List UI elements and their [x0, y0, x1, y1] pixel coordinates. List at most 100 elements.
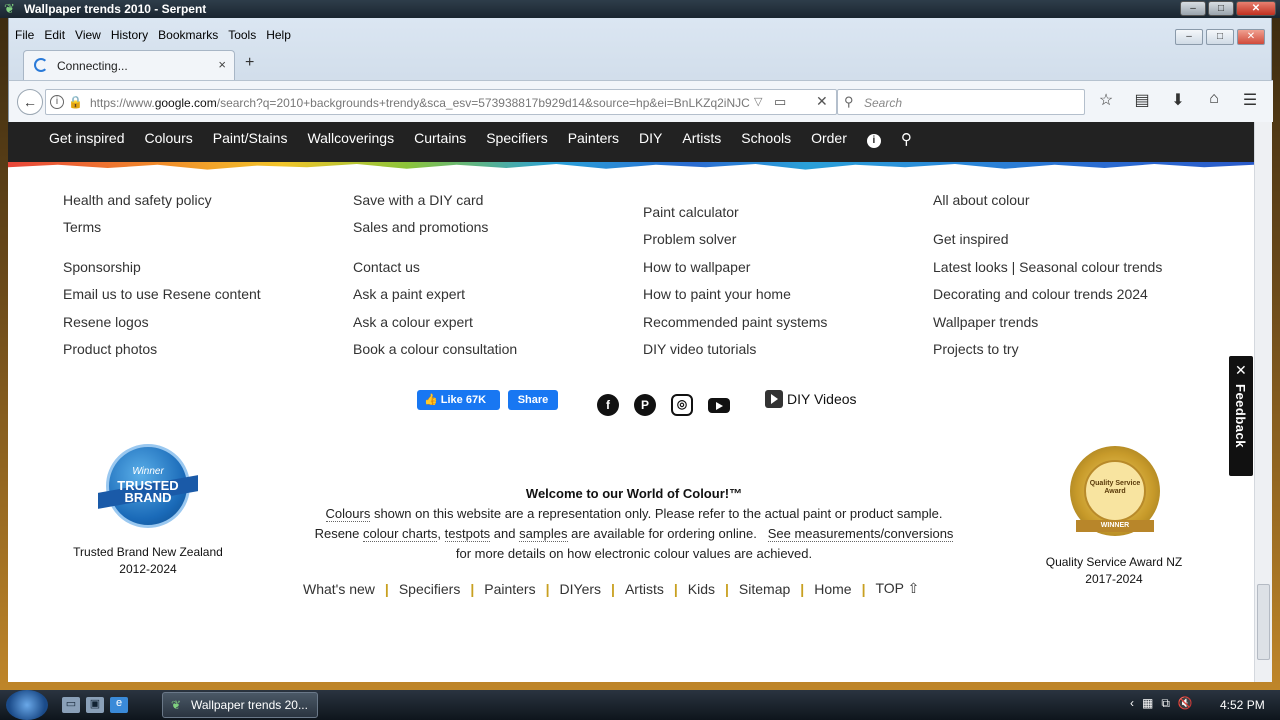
- footer-kids[interactable]: Kids: [688, 581, 715, 597]
- colour-charts-link[interactable]: colour charts: [363, 526, 438, 542]
- nav-specifiers[interactable]: Specifiers: [486, 130, 547, 148]
- nav-order[interactable]: Order: [811, 130, 847, 148]
- link-diy-card[interactable]: Save with a DIY card: [353, 192, 483, 208]
- nav-get-inspired[interactable]: Get inspired: [49, 130, 124, 148]
- nav-painters[interactable]: Painters: [568, 130, 619, 148]
- network-icon[interactable]: ⧉: [1161, 696, 1170, 711]
- home-icon[interactable]: ⌂: [1203, 90, 1225, 110]
- bookmark-star-icon[interactable]: ☆: [1095, 90, 1117, 110]
- feedback-tab[interactable]: ✕ Feedback: [1229, 356, 1253, 476]
- close-button[interactable]: ✕: [1236, 1, 1276, 16]
- nav-paint-stains[interactable]: Paint/Stains: [213, 130, 288, 148]
- back-button[interactable]: ←: [17, 89, 43, 115]
- url-bar[interactable]: i 🔒 https://www.google.com/search?q=2010…: [45, 89, 837, 115]
- internet-explorer-icon[interactable]: e: [110, 697, 128, 713]
- link-email-us[interactable]: Email us to use Resene content: [63, 286, 261, 302]
- browser-restore-button[interactable]: □: [1206, 29, 1234, 45]
- footer-painters[interactable]: Painters: [484, 581, 535, 597]
- tab-active[interactable]: Connecting... ×: [23, 50, 235, 80]
- link-projects-to-try[interactable]: Projects to try: [933, 341, 1019, 357]
- menu-edit[interactable]: Edit: [39, 28, 70, 48]
- url-dropdown-icon[interactable]: ▽: [754, 95, 762, 108]
- menu-bookmarks[interactable]: Bookmarks: [153, 28, 223, 48]
- hamburger-menu-icon[interactable]: ☰: [1239, 90, 1261, 110]
- footer-home[interactable]: Home: [814, 581, 851, 597]
- link-how-to-paint[interactable]: How to paint your home: [643, 286, 791, 302]
- download-icon[interactable]: ⬇: [1167, 90, 1189, 110]
- menu-tools[interactable]: Tools: [223, 28, 261, 48]
- pinterest-icon[interactable]: P: [634, 394, 656, 416]
- link-decorating-trends-2024[interactable]: Decorating and colour trends 2024: [933, 286, 1148, 302]
- link-ask-colour-expert[interactable]: Ask a colour expert: [353, 314, 473, 330]
- link-how-to-wallpaper[interactable]: How to wallpaper: [643, 259, 750, 275]
- show-desktop-icon[interactable]: ▭: [62, 697, 80, 713]
- browser-close-button[interactable]: ✕: [1237, 29, 1265, 45]
- link-terms[interactable]: Terms: [63, 219, 101, 235]
- samples-link[interactable]: samples: [519, 526, 568, 542]
- facebook-like-button[interactable]: 👍 Like 67K: [417, 390, 500, 410]
- footer-artists[interactable]: Artists: [625, 581, 664, 597]
- link-ask-paint-expert[interactable]: Ask a paint expert: [353, 286, 465, 302]
- link-all-about-colour[interactable]: All about colour: [933, 192, 1030, 208]
- link-paint-systems[interactable]: Recommended paint systems: [643, 314, 827, 330]
- link-problem-solver[interactable]: Problem solver: [643, 231, 736, 247]
- url-text[interactable]: https://www.google.com/search?q=2010+bac…: [90, 96, 750, 110]
- link-product-photos[interactable]: Product photos: [63, 341, 157, 357]
- volume-muted-icon[interactable]: 🔇: [1178, 696, 1193, 711]
- info-icon[interactable]: i: [866, 134, 881, 148]
- start-button[interactable]: [6, 690, 48, 720]
- nav-curtains[interactable]: Curtains: [414, 130, 466, 148]
- facebook-share-button[interactable]: Share: [508, 390, 558, 410]
- tab-close-icon[interactable]: ×: [218, 57, 226, 72]
- link-latest-looks[interactable]: Latest looks | Seasonal colour trends: [933, 259, 1162, 275]
- link-sales-promotions[interactable]: Sales and promotions: [353, 219, 488, 235]
- site-info-icon[interactable]: i: [50, 95, 64, 109]
- stop-icon[interactable]: ✕: [816, 93, 828, 110]
- nav-artists[interactable]: Artists: [682, 130, 721, 148]
- colours-link[interactable]: Colours: [325, 506, 371, 522]
- link-resene-logos[interactable]: Resene logos: [63, 314, 149, 330]
- nav-schools[interactable]: Schools: [741, 130, 791, 148]
- measurements-link[interactable]: See measurements/conversions: [767, 526, 954, 542]
- link-book-consultation[interactable]: Book a colour consultation: [353, 341, 517, 357]
- feedback-close-icon[interactable]: ✕: [1235, 362, 1247, 379]
- site-search-icon[interactable]: ⚲: [901, 131, 912, 148]
- reader-view-icon[interactable]: ▭: [774, 94, 786, 110]
- new-tab-button[interactable]: +: [245, 54, 254, 72]
- link-sponsorship[interactable]: Sponsorship: [63, 259, 141, 275]
- maximize-button[interactable]: □: [1208, 1, 1234, 16]
- footer-specifiers[interactable]: Specifiers: [399, 581, 460, 597]
- scrollbar-thumb[interactable]: [1257, 584, 1270, 660]
- taskbar-item-serpent[interactable]: ❦ Wallpaper trends 20...: [162, 692, 318, 718]
- footer-sitemap[interactable]: Sitemap: [739, 581, 790, 597]
- clock[interactable]: 4:52 PM: [1220, 698, 1265, 712]
- footer-whats-new[interactable]: What's new: [303, 581, 375, 597]
- link-diy-video-tutorials[interactable]: DIY video tutorials: [643, 341, 756, 357]
- minimize-button[interactable]: –: [1180, 1, 1206, 16]
- youtube-icon[interactable]: [708, 398, 730, 413]
- facebook-icon[interactable]: f: [597, 394, 619, 416]
- link-contact-us[interactable]: Contact us: [353, 259, 420, 275]
- switch-windows-icon[interactable]: ▣: [86, 697, 104, 713]
- menu-help[interactable]: Help: [261, 28, 296, 48]
- link-paint-calculator[interactable]: Paint calculator: [643, 204, 739, 220]
- menu-history[interactable]: History: [106, 28, 153, 48]
- reading-list-icon[interactable]: ▤: [1131, 90, 1153, 110]
- nav-colours[interactable]: Colours: [144, 130, 192, 148]
- nav-diy[interactable]: DIY: [639, 130, 662, 148]
- vertical-scrollbar[interactable]: [1254, 122, 1272, 682]
- link-get-inspired[interactable]: Get inspired: [933, 231, 1008, 247]
- menu-file[interactable]: File: [9, 28, 39, 48]
- diy-videos-link[interactable]: DIY Videos: [765, 390, 857, 408]
- search-bar[interactable]: ⚲ Search: [837, 89, 1085, 115]
- link-wallpaper-trends[interactable]: Wallpaper trends: [933, 314, 1038, 330]
- tray-expand-icon[interactable]: ‹: [1130, 696, 1134, 711]
- nav-wallcoverings[interactable]: Wallcoverings: [307, 130, 394, 148]
- link-health-safety[interactable]: Health and safety policy: [63, 192, 212, 208]
- menu-view[interactable]: View: [70, 28, 106, 48]
- footer-top[interactable]: TOP ⇧: [875, 580, 919, 597]
- tray-app-icon[interactable]: ▦: [1142, 696, 1153, 711]
- browser-minimize-button[interactable]: –: [1175, 29, 1203, 45]
- testpots-link[interactable]: testpots: [444, 526, 491, 542]
- footer-diyers[interactable]: DIYers: [560, 581, 602, 597]
